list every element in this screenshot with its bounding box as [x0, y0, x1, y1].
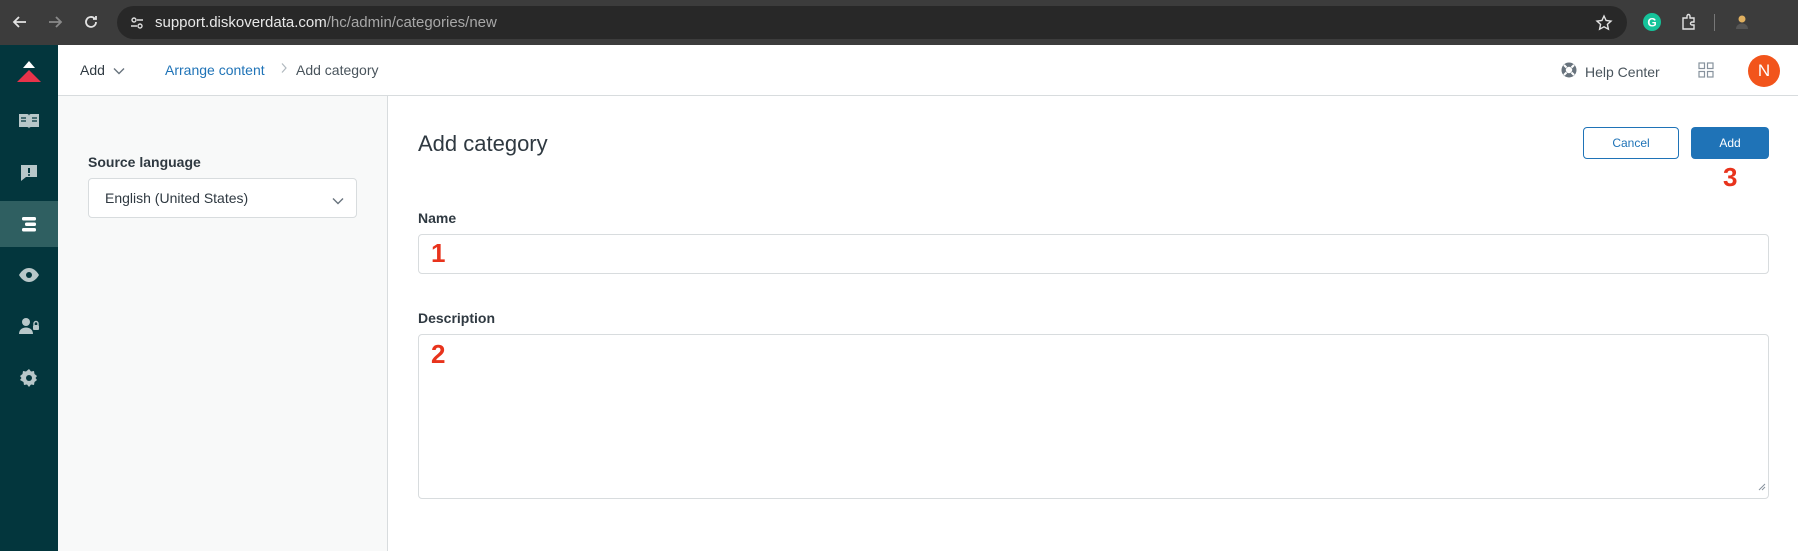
url-path: /hc/admin/categories/new — [326, 14, 497, 31]
chevron-down-icon — [113, 62, 125, 78]
help-center-label: Help Center — [1585, 63, 1660, 80]
main-content: Add category Cancel Add 3 Name 1 Descrip… — [389, 96, 1798, 551]
description-textarea[interactable] — [418, 334, 1769, 499]
gear-icon[interactable] — [0, 355, 58, 401]
source-language-select[interactable]: English (United States) — [88, 178, 357, 218]
name-label: Name — [418, 210, 457, 226]
left-rail — [0, 45, 58, 551]
address-bar[interactable]: support.diskoverdata.com/hc/admin/catego… — [117, 6, 1627, 39]
book-icon[interactable] — [0, 98, 58, 144]
site-info-icon[interactable] — [129, 15, 145, 36]
url-text: support.diskoverdata.com/hc/admin/catego… — [155, 14, 497, 31]
add-menu-button[interactable]: Add — [80, 62, 125, 78]
page-title: Add category — [418, 131, 548, 156]
top-bar: Add Arrange content Add category Help Ce… — [58, 45, 1798, 96]
reload-icon[interactable] — [79, 10, 103, 34]
add-menu-label: Add — [80, 62, 105, 78]
extensions-icon[interactable] — [1678, 11, 1700, 33]
lifebuoy-icon — [1560, 61, 1578, 82]
settings-panel: Source language English (United States) — [58, 96, 388, 551]
zendesk-logo-icon[interactable] — [0, 49, 58, 95]
annotation-3: 3 — [1723, 162, 1738, 192]
name-input[interactable] — [418, 234, 1769, 274]
bookmark-star-icon[interactable] — [1595, 14, 1613, 37]
description-label: Description — [418, 310, 496, 326]
source-language-label: Source language — [88, 154, 201, 170]
user-lock-icon[interactable] — [0, 303, 58, 349]
grammarly-icon[interactable]: G — [1641, 11, 1663, 33]
product-tray-icon[interactable] — [1698, 62, 1714, 83]
annotation-2: 2 — [431, 339, 446, 369]
breadcrumb-arrange-content[interactable]: Arrange content — [165, 62, 265, 78]
chevron-down-icon — [332, 192, 344, 210]
cancel-button[interactable]: Cancel — [1583, 127, 1679, 159]
arrange-icon[interactable] — [0, 201, 58, 247]
breadcrumb-current: Add category — [296, 62, 379, 78]
forward-icon[interactable] — [43, 10, 67, 34]
add-button[interactable]: Add — [1691, 127, 1769, 159]
annotation-1: 1 — [431, 238, 446, 268]
profile-icon[interactable] — [1731, 11, 1753, 33]
help-center-link[interactable]: Help Center — [1560, 61, 1660, 82]
svg-text:G: G — [1647, 16, 1656, 30]
breadcrumb-separator-icon — [280, 62, 288, 77]
eye-icon[interactable] — [0, 252, 58, 298]
url-host: support.diskoverdata.com — [155, 14, 327, 31]
feedback-icon[interactable] — [0, 150, 58, 196]
resize-grip-icon[interactable] — [1758, 478, 1766, 496]
back-icon[interactable] — [8, 10, 32, 34]
browser-toolbar: support.diskoverdata.com/hc/admin/catego… — [0, 0, 1798, 45]
source-language-value: English (United States) — [105, 190, 249, 206]
avatar[interactable]: N — [1748, 55, 1780, 87]
toolbar-divider — [1714, 14, 1715, 31]
